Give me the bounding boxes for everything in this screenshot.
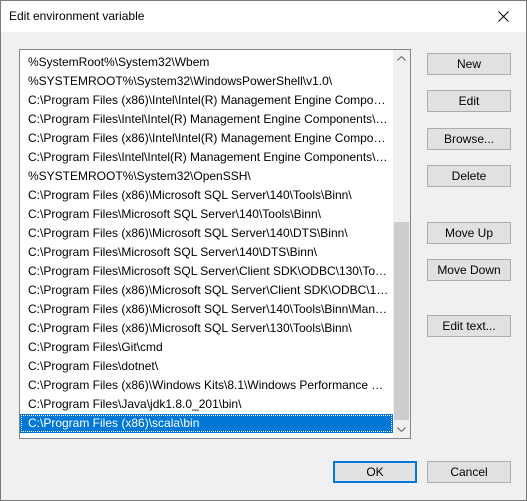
- chevron-up-icon: [397, 56, 406, 61]
- path-list[interactable]: %SystemRoot%\System32\Wbem %SYSTEMROOT%\S…: [19, 49, 411, 439]
- browse-button[interactable]: Browse...: [427, 128, 511, 150]
- list-item[interactable]: C:\Program Files (x86)\Intel\Intel(R) Ma…: [20, 129, 393, 148]
- list-item[interactable]: C:\Program Files\dotnet\: [20, 357, 393, 376]
- list-item[interactable]: %SystemRoot%\System32\Wbem: [20, 53, 393, 72]
- list-item[interactable]: C:\Program Files\Microsoft SQL Server\Cl…: [20, 262, 393, 281]
- ok-button[interactable]: OK: [333, 461, 417, 483]
- window-title: Edit environment variable: [9, 9, 145, 23]
- list-item[interactable]: C:\Program Files\Java\jdk1.8.0_201\bin\: [20, 395, 393, 414]
- list-item[interactable]: C:\Program Files (x86)\Windows Kits\8.1\…: [20, 376, 393, 395]
- close-button[interactable]: [480, 1, 526, 32]
- scroll-up-button[interactable]: [393, 50, 410, 67]
- path-list-items: %SystemRoot%\System32\Wbem %SYSTEMROOT%\S…: [20, 53, 393, 433]
- edit-text-button[interactable]: Edit text...: [427, 315, 511, 337]
- move-down-button[interactable]: Move Down: [427, 259, 511, 281]
- list-item[interactable]: C:\Program Files (x86)\Microsoft SQL Ser…: [20, 186, 393, 205]
- list-item[interactable]: C:\Program Files (x86)\Intel\Intel(R) Ma…: [20, 91, 393, 110]
- list-item[interactable]: C:\Program Files (x86)\Microsoft SQL Ser…: [20, 319, 393, 338]
- chevron-down-icon: [397, 427, 406, 432]
- new-button[interactable]: New: [427, 53, 511, 75]
- delete-button[interactable]: Delete: [427, 165, 511, 187]
- cancel-button[interactable]: Cancel: [427, 461, 511, 483]
- scroll-thumb[interactable]: [394, 222, 409, 420]
- list-item[interactable]: C:\Program Files (x86)\Microsoft SQL Ser…: [20, 300, 393, 319]
- close-icon: [497, 11, 509, 22]
- list-item[interactable]: C:\Program Files\Microsoft SQL Server\14…: [20, 243, 393, 262]
- list-item[interactable]: C:\Program Files\Intel\Intel(R) Manageme…: [20, 148, 393, 167]
- list-item[interactable]: C:\Program Files (x86)\Microsoft SQL Ser…: [20, 281, 393, 300]
- edit-environment-variable-dialog: Edit environment variable %SystemRoot%\S…: [0, 0, 527, 501]
- move-up-button[interactable]: Move Up: [427, 222, 511, 244]
- vertical-scrollbar[interactable]: [393, 50, 410, 438]
- list-item[interactable]: %SYSTEMROOT%\System32\OpenSSH\: [20, 167, 393, 186]
- list-item[interactable]: C:\Program Files\Microsoft SQL Server\14…: [20, 205, 393, 224]
- list-item[interactable]: C:\Program Files\Intel\Intel(R) Manageme…: [20, 110, 393, 129]
- list-item[interactable]: %SYSTEMROOT%\System32\WindowsPowerShell\…: [20, 72, 393, 91]
- title-bar: Edit environment variable: [1, 1, 526, 32]
- list-item[interactable]: C:\Program Files\Git\cmd: [20, 338, 393, 357]
- edit-button[interactable]: Edit: [427, 90, 511, 112]
- list-item[interactable]: C:\Program Files (x86)\Microsoft SQL Ser…: [20, 224, 393, 243]
- list-item[interactable]: C:\Program Files (x86)\scala\bin: [20, 414, 393, 433]
- scroll-down-button[interactable]: [393, 421, 410, 438]
